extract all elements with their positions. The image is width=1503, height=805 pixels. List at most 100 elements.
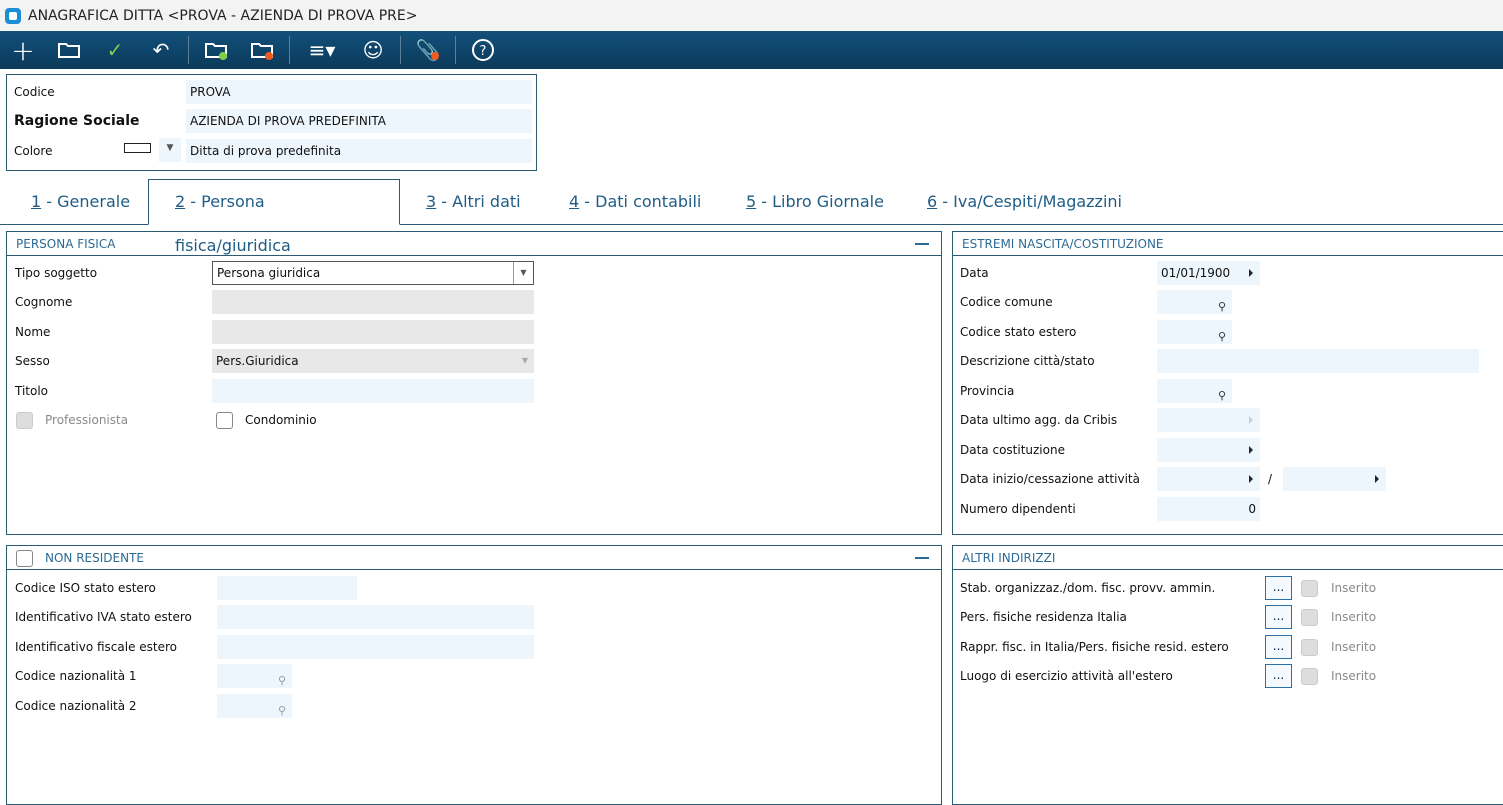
- cognome-label: Cognome: [15, 295, 73, 309]
- data-inizio-field[interactable]: [1157, 467, 1260, 491]
- codice-field[interactable]: PROVA: [186, 80, 532, 104]
- descrizione-label: Descrizione città/stato: [960, 354, 1095, 368]
- new-icon[interactable]: +: [0, 31, 46, 69]
- search-icon[interactable]: ⚲: [278, 699, 286, 723]
- undo-icon[interactable]: ↶: [138, 31, 184, 69]
- nazionalita-2-field[interactable]: ⚲: [217, 694, 292, 718]
- folder-orange-icon[interactable]: [239, 31, 285, 69]
- calendar-arrow-icon[interactable]: [1249, 446, 1253, 454]
- calendar-arrow-icon: [1249, 416, 1253, 424]
- menu-icon[interactable]: ≡▾: [294, 31, 350, 69]
- identificativo-fiscale-field[interactable]: [217, 635, 534, 659]
- panel-title: ESTREMI NASCITA/COSTITUZIONE: [953, 232, 1503, 256]
- titolo-field[interactable]: [212, 379, 534, 403]
- tab-persona-fisica-giuridica[interactable]: 2 - Persona fisica/giuridica: [148, 179, 400, 255]
- tab-libro-giornale[interactable]: 5 - Libro Giornale: [746, 179, 884, 225]
- confirm-icon[interactable]: ✓: [92, 31, 138, 69]
- open-address-button[interactable]: ...: [1265, 664, 1292, 688]
- calendar-arrow-icon[interactable]: [1249, 475, 1253, 483]
- search-icon[interactable]: ⚲: [1218, 384, 1226, 408]
- cribis-date-field: [1157, 408, 1260, 432]
- nazionalita-1-field[interactable]: ⚲: [217, 664, 292, 688]
- divider: [289, 36, 290, 64]
- codice-comune-field[interactable]: ⚲: [1157, 290, 1232, 314]
- color-dropdown-icon[interactable]: ▼: [159, 138, 181, 162]
- codice-stato-field[interactable]: ⚲: [1157, 320, 1232, 344]
- search-icon[interactable]: ⚲: [278, 669, 286, 693]
- estremi-nascita-panel: ESTREMI NASCITA/COSTITUZIONE Data 01/01/…: [952, 231, 1503, 535]
- nome-label: Nome: [15, 325, 51, 339]
- colore-description-field[interactable]: Ditta di prova predefinita: [186, 139, 532, 163]
- inserito-label: Inserito: [1331, 669, 1377, 683]
- open-address-button[interactable]: ...: [1265, 576, 1292, 600]
- panel-title: PERSONA FISICA: [7, 232, 941, 256]
- inserito-checkbox[interactable]: [1301, 668, 1318, 685]
- tab-dati-contabili[interactable]: 4 - Dati contabili: [569, 179, 701, 225]
- data-costituzione-field[interactable]: [1157, 438, 1260, 462]
- non-residente-checkbox[interactable]: [16, 550, 33, 567]
- divider: [188, 36, 189, 64]
- help-icon[interactable]: ?: [460, 31, 506, 69]
- collapse-icon[interactable]: [915, 243, 929, 245]
- address-label: Rappr. fisc. in Italia/Pers. fisiche res…: [960, 640, 1229, 654]
- calendar-arrow-icon[interactable]: [1249, 269, 1253, 277]
- descrizione-field[interactable]: [1157, 349, 1479, 373]
- ragione-sociale-label: Ragione Sociale: [14, 113, 140, 129]
- address-label: Pers. fisiche residenza Italia: [960, 610, 1127, 624]
- data-label: Data: [960, 266, 989, 280]
- tab-generale[interactable]: 1 - Generale: [31, 179, 130, 225]
- professionista-checkbox[interactable]: [16, 412, 33, 429]
- nome-field[interactable]: [212, 320, 534, 344]
- color-swatch[interactable]: [124, 143, 151, 153]
- inserito-checkbox[interactable]: [1301, 609, 1318, 626]
- title-bar: ANAGRAFICA DITTA <PROVA - AZIENDA DI PRO…: [0, 0, 1503, 31]
- panel-title: NON RESIDENTE: [7, 546, 941, 570]
- open-address-button[interactable]: ...: [1265, 635, 1292, 659]
- tipo-soggetto-label: Tipo soggetto: [15, 266, 98, 280]
- condominio-checkbox[interactable]: [216, 412, 233, 429]
- altri-indirizzi-panel: ALTRI INDIRIZZI Stab. organizzaz./dom. f…: [952, 545, 1503, 805]
- codice-comune-label: Codice comune: [960, 295, 1053, 309]
- cognome-field[interactable]: [212, 290, 534, 314]
- provincia-field[interactable]: ⚲: [1157, 379, 1232, 403]
- attach-icon[interactable]: 📎: [405, 31, 451, 69]
- folder-green-icon[interactable]: [193, 31, 239, 69]
- identificativo-iva-label: Identificativo IVA stato estero: [15, 610, 192, 624]
- contacts-icon[interactable]: ☺: [350, 31, 396, 69]
- data-cessazione-field[interactable]: [1283, 467, 1386, 491]
- numero-dipendenti-field[interactable]: 0: [1157, 497, 1260, 521]
- inserito-label: Inserito: [1331, 581, 1377, 595]
- tab-bar: 1 - Generale 2 - Persona fisica/giuridic…: [0, 179, 1503, 255]
- app-icon: [5, 7, 21, 24]
- toolbar: + ✓ ↶ ≡▾ ☺ 📎 ?: [0, 31, 1503, 69]
- tab-iva-cespiti-magazzini[interactable]: 6 - Iva/Cespiti/Magazzini: [927, 179, 1122, 225]
- address-label: Stab. organizzaz./dom. fisc. provv. ammi…: [960, 581, 1216, 595]
- persona-fisica-panel: PERSONA FISICA Tipo soggetto Persona giu…: [6, 231, 942, 535]
- data-field[interactable]: 01/01/1900: [1157, 261, 1260, 285]
- chevron-down-icon[interactable]: ▼: [513, 262, 533, 284]
- window-title: ANAGRAFICA DITTA <PROVA - AZIENDA DI PRO…: [28, 7, 418, 24]
- sesso-select[interactable]: Pers.Giuridica ▼: [212, 349, 534, 373]
- tipo-soggetto-select[interactable]: Persona giuridica ▼: [212, 261, 534, 285]
- codice-iso-field[interactable]: [217, 576, 357, 600]
- tab-altri-dati[interactable]: 3 - Altri dati: [426, 179, 521, 225]
- data-costituzione-label: Data costituzione: [960, 443, 1065, 457]
- inserito-checkbox[interactable]: [1301, 639, 1318, 656]
- data-inizio-label: Data inizio/cessazione attività: [960, 472, 1140, 486]
- collapse-icon[interactable]: [915, 557, 929, 559]
- sesso-label: Sesso: [15, 354, 50, 368]
- open-address-button[interactable]: ...: [1265, 605, 1292, 629]
- inserito-label: Inserito: [1331, 610, 1377, 624]
- search-icon[interactable]: ⚲: [1218, 295, 1226, 319]
- identificativo-iva-field[interactable]: [217, 605, 534, 629]
- codice-label: Codice: [14, 85, 55, 99]
- inserito-checkbox[interactable]: [1301, 580, 1318, 597]
- numero-dipendenti-label: Numero dipendenti: [960, 502, 1076, 516]
- svg-text:?: ?: [480, 44, 487, 59]
- condominio-label: Condominio: [245, 413, 317, 427]
- calendar-arrow-icon[interactable]: [1375, 475, 1379, 483]
- search-icon[interactable]: ⚲: [1218, 325, 1226, 349]
- open-folder-icon[interactable]: [46, 31, 92, 69]
- ragione-sociale-field[interactable]: AZIENDA DI PROVA PREDEFINITA: [186, 109, 532, 133]
- divider: [455, 36, 456, 64]
